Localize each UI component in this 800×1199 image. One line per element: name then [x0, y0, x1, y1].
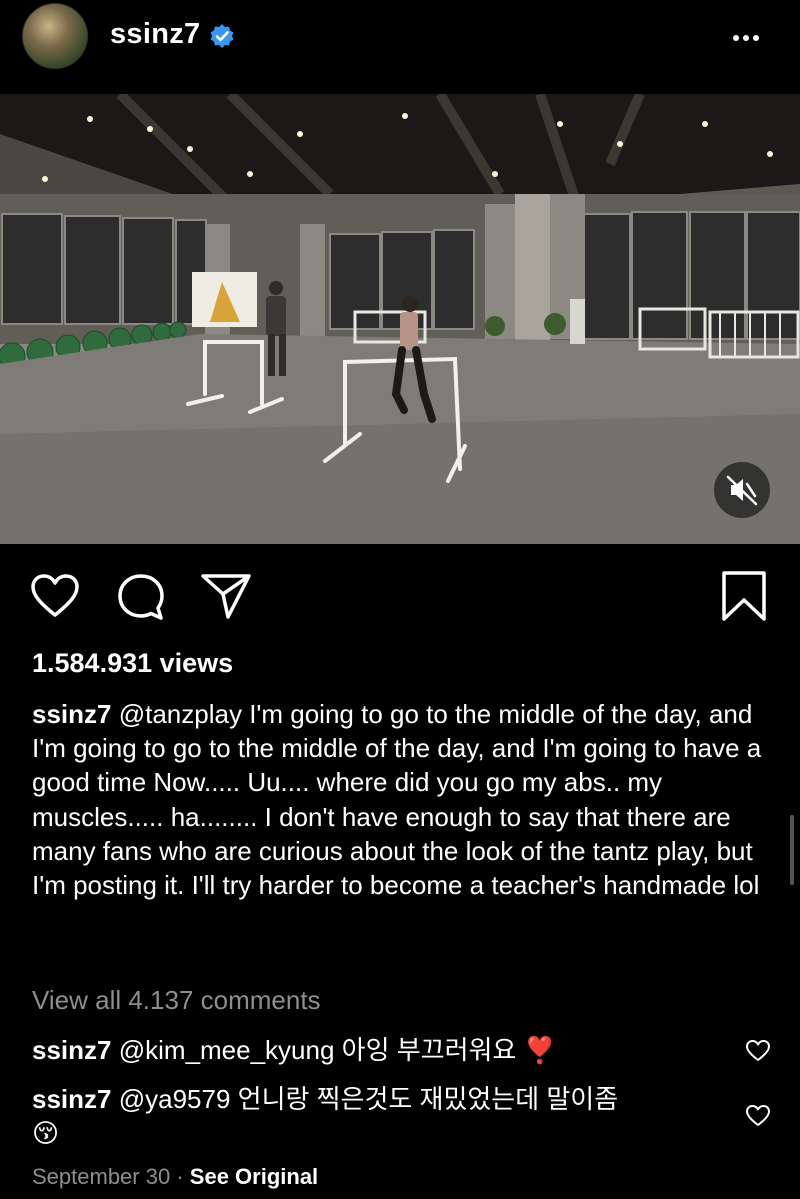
comment-username[interactable]: ssinz7: [32, 1084, 112, 1114]
post-video[interactable]: [0, 94, 800, 544]
paper-plane-icon[interactable]: [200, 572, 252, 620]
separator-dot: ·: [176, 1164, 184, 1189]
caption-username[interactable]: ssinz7: [32, 699, 112, 729]
bookmark-icon[interactable]: [720, 570, 768, 622]
verified-badge-icon: [210, 24, 234, 48]
more-options-icon[interactable]: [733, 28, 769, 42]
kissing-face-emoji: 😚: [32, 1118, 60, 1148]
comment-like-heart-icon[interactable]: [745, 1039, 771, 1063]
muted-speaker-icon: [726, 475, 758, 506]
comment-username[interactable]: ssinz7: [32, 1035, 112, 1065]
post-date: September 30: [32, 1164, 171, 1189]
post-footer: September 30 · See Original: [32, 1164, 318, 1190]
mute-button[interactable]: [714, 462, 770, 518]
comment-item: ssinz7 @ya9579 언니랑 찍은것도 재밌었는데 말이좀 😚: [32, 1082, 722, 1150]
comment-text: @ya9579 언니랑 찍은것도 재밌었는데 말이좀: [118, 1084, 619, 1114]
avatar[interactable]: [22, 3, 88, 69]
caption-text: @tanzplay I'm going to go to the middle …: [32, 699, 762, 901]
header-username[interactable]: ssinz7: [110, 18, 200, 51]
view-count: 1.584.931 views: [32, 648, 234, 678]
comment-text: @kim_mee_kyung 아잉 부끄러워요: [118, 1035, 524, 1065]
post-caption: ssinz7 @tanzplay I'm going to go to the …: [32, 697, 777, 902]
dance-studio-scene: [0, 94, 800, 544]
heart-icon[interactable]: [30, 573, 80, 619]
see-original-link[interactable]: See Original: [190, 1164, 318, 1189]
comment-item: ssinz7 @kim_mee_kyung 아잉 부끄러워요 ❣️: [32, 1033, 722, 1067]
heart-exclamation-emoji: ❣️: [523, 1035, 556, 1065]
post-header: ssinz7: [0, 0, 800, 94]
view-all-comments-link[interactable]: View all 4.137 comments: [32, 985, 321, 1016]
comment-bubble-icon[interactable]: [116, 572, 166, 622]
comment-like-heart-icon[interactable]: [745, 1104, 771, 1128]
scrollbar[interactable]: [790, 815, 794, 885]
